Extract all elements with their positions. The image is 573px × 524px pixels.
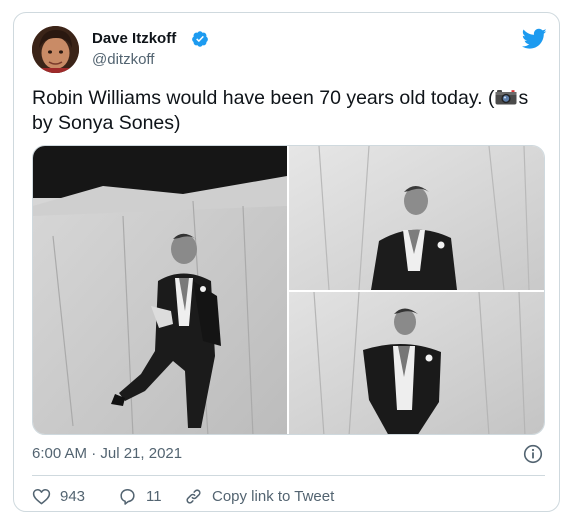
author-name[interactable]: Dave Itzkoff: [92, 30, 176, 48]
link-icon: [186, 488, 201, 504]
like-button[interactable]: 943: [32, 486, 85, 506]
twitter-bird-icon[interactable]: [522, 28, 547, 50]
verified-badge-icon: [192, 31, 208, 47]
tweet-card: Dave Itzkoff @ditzkoff Robin Williams wo…: [13, 12, 560, 512]
like-count: 943: [60, 487, 86, 505]
reply-bubble-icon: [120, 488, 135, 505]
tweet-timestamp[interactable]: 6:00 AM · Jul 21, 2021: [32, 445, 182, 463]
tweet-photo-3[interactable]: [289, 292, 544, 434]
reply-button[interactable]: 11: [118, 486, 162, 506]
info-icon[interactable]: [523, 444, 543, 464]
tweet-photo-2[interactable]: [289, 146, 544, 290]
tweet-text-part-1: Robin Williams would have been 70 years …: [32, 87, 495, 109]
camera-icon: [495, 90, 517, 105]
tweet-text: Robin Williams would have been 70 years …: [32, 86, 542, 136]
author-avatar[interactable]: [32, 26, 79, 73]
copy-link-label: Copy link to Tweet: [212, 487, 335, 505]
tweet-photo-1[interactable]: [33, 146, 287, 434]
copy-link-button[interactable]: Copy link to Tweet: [184, 486, 334, 506]
media-grid: [32, 145, 545, 435]
heart-icon: [32, 488, 51, 504]
divider: [32, 475, 545, 476]
author-handle[interactable]: @ditzkoff: [92, 51, 154, 69]
reply-count: 11: [146, 487, 162, 505]
